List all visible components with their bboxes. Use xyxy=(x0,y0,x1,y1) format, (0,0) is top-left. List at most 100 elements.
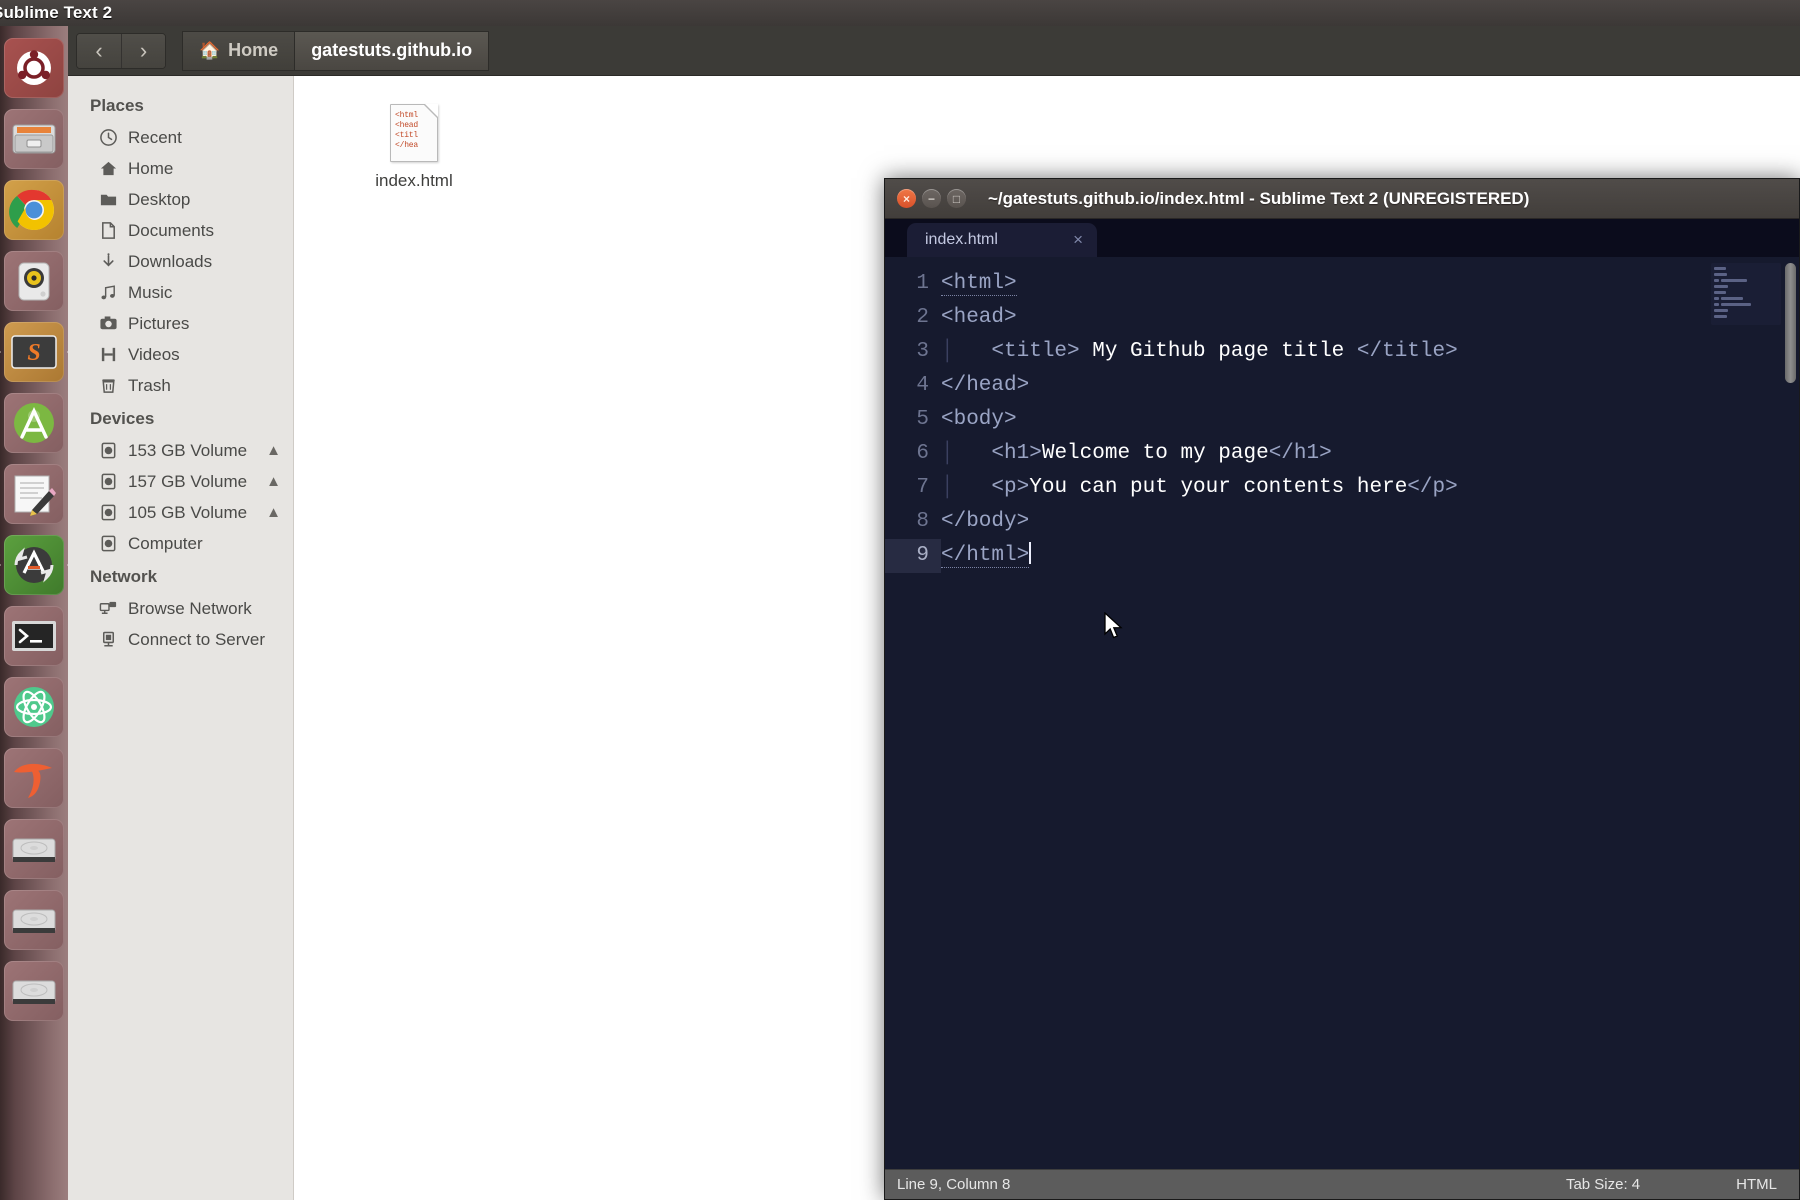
code-line-8: </body> xyxy=(941,505,1799,539)
launcher-item-google-chrome[interactable] xyxy=(4,180,64,240)
sidebar-item-home[interactable]: Home xyxy=(68,153,293,184)
unity-launcher[interactable]: S xyxy=(0,26,68,1200)
sidebar-item-label: 153 GB Volume xyxy=(128,440,248,460)
vertical-scrollbar[interactable] xyxy=(1785,263,1796,383)
sublime-tabbar: index.html × xyxy=(885,219,1799,257)
code-line-text: </head> xyxy=(941,374,1030,397)
code-line-text: </html> xyxy=(941,544,1030,568)
file-item-label: index.html xyxy=(375,171,453,190)
rhythmbox-icon xyxy=(18,262,50,301)
code-line-text: <body> xyxy=(941,408,1017,431)
minimize-icon[interactable]: − xyxy=(922,189,941,208)
sidebar-item-music[interactable]: Music xyxy=(68,277,293,308)
panel-app-name: Sublime Text 2 xyxy=(0,3,113,22)
line-number: 4 xyxy=(916,374,929,397)
code-line-text: <html> xyxy=(941,272,1017,296)
breadcrumb-home[interactable]: 🏠 Home xyxy=(182,30,296,71)
launcher-item-terminal[interactable] xyxy=(4,606,64,666)
code-line-6: │ <h1>Welcome to my page</h1> xyxy=(941,442,1332,465)
file-manager-toolbar: ‹ › 🏠 Home gatestuts.github.io xyxy=(68,26,1800,76)
sidebar-item-label: Videos xyxy=(128,344,180,364)
sidebar-item-desktop[interactable]: Desktop xyxy=(68,184,293,215)
sidebar-item-label: 105 GB Volume xyxy=(128,502,248,522)
sidebar-item-browse-network[interactable]: Browse Network xyxy=(68,593,293,624)
launcher-item-android-sdk[interactable] xyxy=(4,535,64,595)
code-line-5: <body> xyxy=(941,403,1799,437)
sidebar-item-label: Computer xyxy=(128,533,203,553)
sublime-editor[interactable]: 1 2 3 4 5 6 7 8 9 <html> <head> │ <title… xyxy=(885,257,1799,1169)
google-chrome-icon xyxy=(9,189,54,230)
launcher-item-text-editor[interactable] xyxy=(4,464,64,524)
launcher-item-volume-153[interactable] xyxy=(4,819,64,879)
launcher-item-atom[interactable] xyxy=(4,677,64,737)
sidebar-item-label: Documents xyxy=(128,220,214,240)
film-icon xyxy=(98,345,118,365)
launcher-item-volume-105[interactable] xyxy=(4,961,64,1021)
sidebar-item-computer[interactable]: Computer xyxy=(68,528,293,559)
tab-index-html[interactable]: index.html × xyxy=(907,223,1097,257)
drive-icon xyxy=(12,838,56,862)
launcher-item-volume-157[interactable] xyxy=(4,890,64,950)
android-studio-icon xyxy=(14,403,54,443)
launcher-item-rhythmbox[interactable] xyxy=(4,251,64,311)
close-icon[interactable]: × xyxy=(1073,230,1083,250)
code-line-7: │ <p>You can put your contents here</p> xyxy=(941,476,1458,499)
minimap[interactable] xyxy=(1711,263,1781,325)
sidebar-item-volume-153[interactable]: 153 GB Volume ▲ xyxy=(68,435,293,466)
svg-text:S: S xyxy=(27,340,40,366)
sidebar-item-label: Home xyxy=(128,158,174,178)
code-line-1: <html> xyxy=(941,267,1799,301)
sidebar-item-volume-105[interactable]: 105 GB Volume ▲ xyxy=(68,497,293,528)
forward-button[interactable]: › xyxy=(121,33,165,68)
breadcrumb-current[interactable]: gatestuts.github.io xyxy=(295,30,490,71)
back-button[interactable]: ‹ xyxy=(77,33,121,68)
trash-icon xyxy=(98,376,118,396)
thumb-line: <head xyxy=(395,121,419,130)
code-line-2: <head> xyxy=(941,301,1799,335)
navigation-buttons: ‹ › xyxy=(76,32,166,69)
launcher-item-ubuntu-software[interactable] xyxy=(4,748,64,808)
sidebar-item-downloads[interactable]: Downloads xyxy=(68,246,293,277)
sidebar-item-recent[interactable]: Recent xyxy=(68,122,293,153)
tab-size-label[interactable]: Tab Size: 4 xyxy=(1566,1176,1640,1193)
file-item-index-html[interactable]: <html <head <titl </hea index.html xyxy=(354,104,474,191)
launcher-item-ubuntu-dash[interactable] xyxy=(4,38,64,98)
sidebar-item-trash[interactable]: Trash xyxy=(68,370,293,401)
sidebar-item-documents[interactable]: Documents xyxy=(68,215,293,246)
cursor-position: Line 9, Column 8 xyxy=(897,1176,1011,1193)
sidebar-item-videos[interactable]: Videos xyxy=(68,339,293,370)
syntax-label[interactable]: HTML xyxy=(1736,1176,1777,1193)
code-line-text: </body> xyxy=(941,510,1030,533)
sidebar-item-volume-157[interactable]: 157 GB Volume ▲ xyxy=(68,466,293,497)
folder-icon xyxy=(98,190,118,210)
close-icon[interactable]: × xyxy=(897,189,916,208)
line-number: 3 xyxy=(916,340,929,363)
launcher-item-files[interactable] xyxy=(4,109,64,169)
eject-icon[interactable]: ▲ xyxy=(266,442,285,459)
sidebar-item-label: Recent xyxy=(128,127,182,147)
eject-icon[interactable]: ▲ xyxy=(266,504,285,521)
breadcrumb-home-label: Home xyxy=(228,40,279,60)
file-manager-sidebar: Places Recent Home Desktop Documents Dow… xyxy=(68,76,294,1200)
sublime-window-title: ~/gatestuts.github.io/index.html - Subli… xyxy=(988,188,1530,208)
sidebar-item-pictures[interactable]: Pictures xyxy=(68,308,293,339)
terminal-icon xyxy=(12,621,56,651)
launcher-item-android-studio[interactable] xyxy=(4,393,64,453)
ubuntu-dash-icon xyxy=(17,50,51,85)
drive-icon xyxy=(98,503,118,523)
code-line-9: </html> xyxy=(941,539,1799,573)
android-sdk-icon xyxy=(14,547,54,583)
sidebar-item-connect-to-server[interactable]: Connect to Server xyxy=(68,624,293,655)
code-content[interactable]: <html> <head> │ <title> My Github page t… xyxy=(941,257,1799,1169)
thumb-line: <html xyxy=(395,111,419,120)
html-file-icon: <html <head <titl </hea xyxy=(390,104,438,162)
line-number: 7 xyxy=(916,476,929,499)
sidebar-item-label: Browse Network xyxy=(128,598,252,618)
eject-icon[interactable]: ▲ xyxy=(266,473,285,490)
server-icon xyxy=(98,630,118,650)
launcher-item-sublime-text[interactable]: S xyxy=(4,322,64,382)
maximize-icon[interactable]: □ xyxy=(947,189,966,208)
tab-label: index.html xyxy=(925,231,998,248)
sublime-text-window: × − □ ~/gatestuts.github.io/index.html -… xyxy=(884,178,1800,1200)
sidebar-heading-devices: Devices xyxy=(90,409,155,428)
